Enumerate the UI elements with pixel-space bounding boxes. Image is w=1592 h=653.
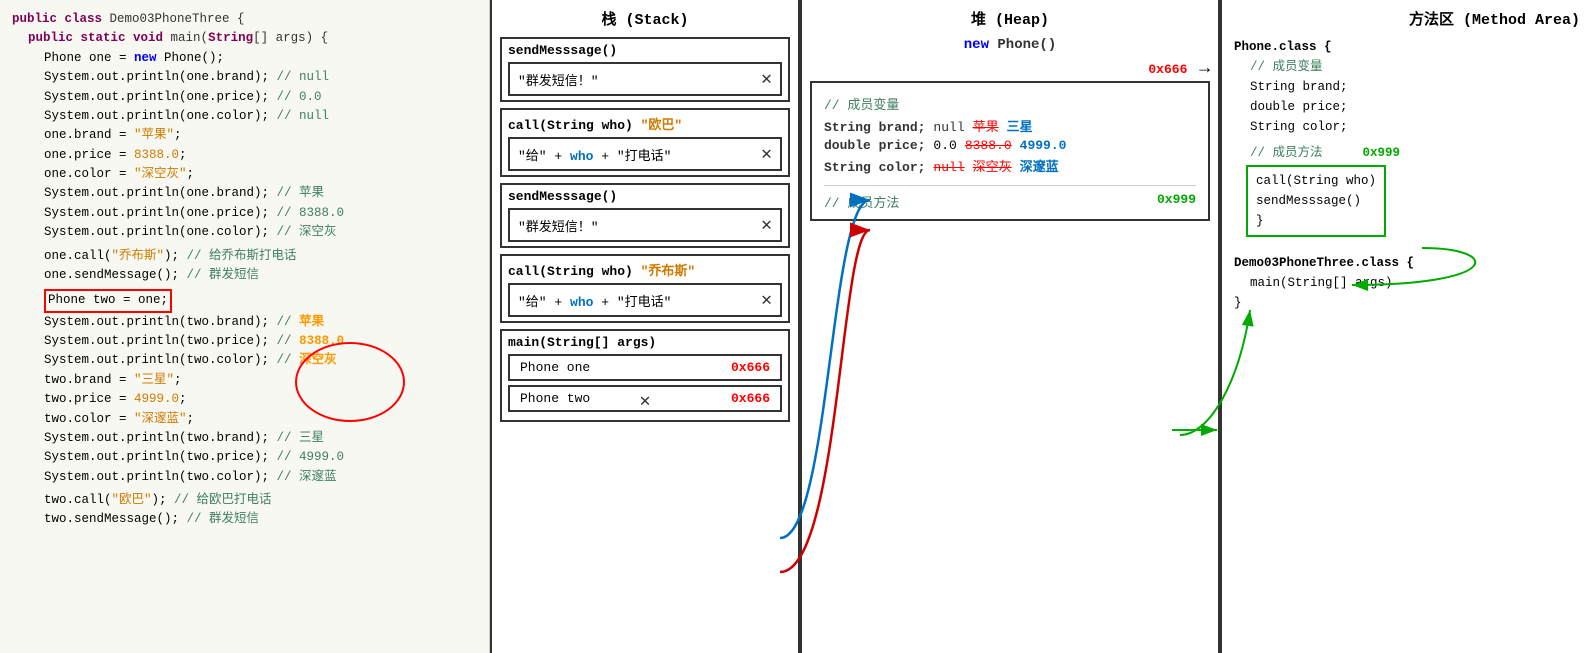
- frame-title-call1: call(String who) "欧巴": [508, 114, 782, 133]
- phone-two-addr: 0x666: [731, 391, 770, 406]
- panels-right: 栈 (Stack) sendMesssage() "群发短信！" ✕ call(…: [490, 0, 1592, 653]
- heap-members-var: // 成员变量: [824, 94, 1196, 113]
- code-line-17: two.brand = "三星";: [44, 371, 477, 390]
- code-line-12: one.sendMessage(); // 群发短信: [44, 266, 477, 285]
- heap-color-row: String color; null 深空灰 深邃蓝: [824, 156, 1196, 175]
- frame-val-call1: "给" + who + "打电话": [518, 145, 671, 164]
- method-method-comment-row: // 成员方法 0x999: [1250, 143, 1580, 163]
- stack-title: 栈 (Stack): [500, 8, 790, 29]
- method-addr-label: 0x999: [1363, 143, 1401, 163]
- stack-frame-call1: call(String who) "欧巴" "给" + who + "打电话" …: [500, 108, 790, 177]
- method-brand: String brand;: [1250, 77, 1580, 97]
- code-line-4: System.out.println(one.color); // null: [44, 107, 477, 126]
- demo-class-block: Demo03PhoneThree.class { main(String[] a…: [1234, 253, 1580, 313]
- code-line-19: two.color = "深邃蓝";: [44, 410, 477, 429]
- stack-frame-call2: call(String who) "乔布斯" "给" + who + "打电话"…: [500, 254, 790, 323]
- frame-title-call2: call(String who) "乔布斯": [508, 260, 782, 279]
- code-line-8: System.out.println(one.brand); // 苹果: [44, 184, 477, 203]
- phone-one-addr: 0x666: [731, 360, 770, 375]
- stack-panel: 栈 (Stack) sendMesssage() "群发短信！" ✕ call(…: [490, 0, 800, 653]
- code-line-5: one.brand = "苹果";: [44, 126, 477, 145]
- heap-title: 堆 (Heap): [810, 8, 1210, 29]
- heap-addr-label: 0x666 →: [810, 59, 1210, 79]
- code-line-10: System.out.println(one.color); // 深空灰: [44, 223, 477, 242]
- frame-title-main: main(String[] args): [508, 335, 782, 350]
- method-price: double price;: [1250, 97, 1580, 117]
- code-line-22: System.out.println(two.color); // 深邃蓝: [44, 468, 477, 487]
- stack-frame-sendmsg1: sendMesssage() "群发短信！" ✕: [500, 37, 790, 102]
- heap-new-phone-label: new Phone(): [810, 37, 1210, 53]
- phone-one-label: Phone one: [520, 360, 590, 375]
- main-decl: public static void main(String[] args) {: [28, 29, 477, 48]
- demo-close-brace: }: [1234, 293, 1580, 313]
- code-line-1: Phone one = new Phone();: [44, 49, 477, 68]
- phone-one-row: Phone one 0x666: [508, 354, 782, 381]
- heap-brand-row: String brand; null 苹果 三星: [824, 116, 1196, 135]
- code-line-9: System.out.println(one.price); // 8388.0: [44, 204, 477, 223]
- code-line-6: one.price = 8388.0;: [44, 146, 477, 165]
- close-icon-3: ✕: [761, 214, 772, 236]
- code-line-14: System.out.println(two.brand); // 苹果: [44, 313, 477, 332]
- code-line-2: System.out.println(one.brand); // null: [44, 68, 477, 87]
- main-container: public class Demo03PhoneThree { public s…: [0, 0, 1592, 653]
- code-line-23: two.call("欧巴"); // 给欧巴打电话: [44, 491, 477, 510]
- code-panel: public class Demo03PhoneThree { public s…: [0, 0, 490, 653]
- phone-two-row: Phone two 0x666 ✕: [508, 385, 782, 412]
- close-icon-1: ✕: [761, 68, 772, 90]
- code-line-3: System.out.println(one.price); // 0.0: [44, 88, 477, 107]
- method-call-sig: call(String who): [1256, 171, 1376, 191]
- method-close-brace: }: [1256, 211, 1376, 231]
- stack-frame-main: main(String[] args) Phone one 0x666 Phon…: [500, 329, 790, 422]
- heap-object: // 成员变量 String brand; null 苹果 三星 double …: [810, 81, 1210, 221]
- stack-frame-sendmsg2: sendMesssage() "群发短信！" ✕: [500, 183, 790, 248]
- heap-method-row: // 成员方法 0x999: [824, 185, 1196, 211]
- code-line-24: two.sendMessage(); // 群发短信: [44, 510, 477, 529]
- code-line-21: System.out.println(two.price); // 4999.0: [44, 448, 477, 467]
- method-title: 方法区 (Method Area): [1234, 8, 1580, 29]
- close-icon-2: ✕: [761, 143, 772, 165]
- code-line-13: Phone two = one;: [44, 289, 477, 312]
- phone-two-label: Phone two: [520, 391, 590, 406]
- frame-content-sendmsg1: "群发短信！" ✕: [508, 62, 782, 96]
- code-line-20: System.out.println(two.brand); // 三星: [44, 429, 477, 448]
- close-icon-4: ✕: [761, 289, 772, 311]
- frame-val-sendmsg1: "群发短信！": [518, 70, 599, 89]
- method-comment: // 成员方法: [1250, 143, 1323, 163]
- phone-class-decl: Phone.class {: [1234, 37, 1580, 57]
- method-send-sig: sendMesssage(): [1256, 191, 1376, 211]
- frame-title-sendmsg2: sendMesssage(): [508, 189, 782, 204]
- method-panel: 方法区 (Method Area) Phone.class { // 成员变量 …: [1220, 0, 1592, 653]
- frame-content-call2: "给" + who + "打电话" ✕: [508, 283, 782, 317]
- demo-class-decl: Demo03PhoneThree.class {: [1234, 253, 1580, 273]
- close-icon-5: ✕: [640, 390, 651, 412]
- frame-val-sendmsg2: "群发短信！": [518, 216, 599, 235]
- class-decl: public class Demo03PhoneThree {: [12, 10, 477, 29]
- method-color: String color;: [1250, 117, 1580, 137]
- code-line-15: System.out.println(two.price); // 8388.0: [44, 332, 477, 351]
- code-line-7: one.color = "深空灰";: [44, 165, 477, 184]
- frame-title-sendmsg1: sendMesssage(): [508, 43, 782, 58]
- method-var-comment: // 成员变量: [1250, 57, 1580, 77]
- frame-content-sendmsg2: "群发短信！" ✕: [508, 208, 782, 242]
- phone-class-block: Phone.class { // 成员变量 String brand; doub…: [1234, 37, 1580, 237]
- code-line-16: System.out.println(two.color); // 深空灰: [44, 351, 477, 370]
- code-line-11: one.call("乔布斯"); // 给乔布斯打电话: [44, 247, 477, 266]
- frame-content-call1: "给" + who + "打电话" ✕: [508, 137, 782, 171]
- heap-panel: 堆 (Heap) new Phone() 0x666 → // 成员变量 Str…: [800, 0, 1220, 653]
- method-green-box: call(String who) sendMesssage() }: [1246, 165, 1386, 237]
- frame-val-call2: "给" + who + "打电话": [518, 291, 671, 310]
- demo-main-sig: main(String[] args): [1250, 273, 1580, 293]
- heap-price-row: double price; 0.0 8388.0 4999.0: [824, 138, 1196, 153]
- code-line-18: two.price = 4999.0;: [44, 390, 477, 409]
